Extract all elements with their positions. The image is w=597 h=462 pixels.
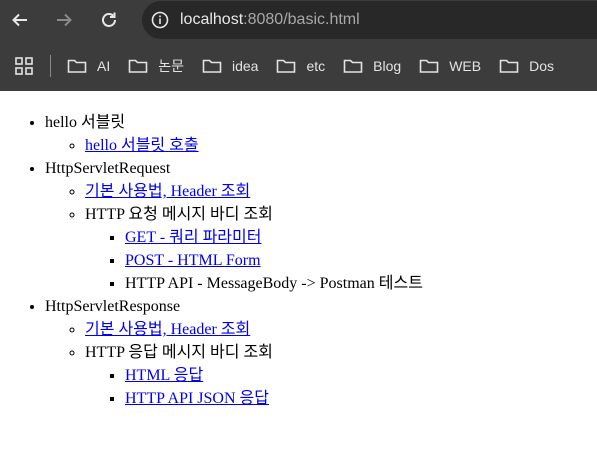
back-button[interactable] xyxy=(6,6,34,34)
list-item: HTTP 응답 메시지 바디 조회 HTML 응답 HTTP API JSON 응답 xyxy=(85,341,597,410)
section-item: hello 서블릿 hello 서블릿 호출 xyxy=(45,111,597,157)
address-bar[interactable]: localhost:8080/basic.html xyxy=(142,1,597,39)
bookmark-folder[interactable]: idea xyxy=(202,58,258,74)
sub-list: HTML 응답 HTTP API JSON 응답 xyxy=(85,364,597,410)
apps-grid-icon[interactable] xyxy=(14,56,34,76)
page-link[interactable]: hello 서블릿 호출 xyxy=(85,137,199,154)
bookmark-folder[interactable]: Dos xyxy=(499,58,554,74)
bookmark-label: WEB xyxy=(449,57,482,74)
list-item: POST - HTML Form xyxy=(125,249,597,272)
list-item: hello 서블릿 호출 xyxy=(85,134,597,157)
list-item: GET - 쿼리 파라미터 xyxy=(125,226,597,249)
forward-button[interactable] xyxy=(50,6,78,34)
bookmark-folder[interactable]: etc xyxy=(276,58,325,74)
bookmark-list: AI 논문 idea etc Blog WEB Dos xyxy=(67,56,572,76)
section-item: HttpServletRequest 기본 사용법, Header 조회 HTTP … xyxy=(45,157,597,295)
arrow-right-icon xyxy=(57,13,72,27)
page-link[interactable]: HTML 응답 xyxy=(125,367,203,384)
section-item: HttpServletResponse 기본 사용법, Header 조회 HTTP… xyxy=(45,295,597,410)
site-info-icon[interactable] xyxy=(149,9,171,31)
folder-icon xyxy=(277,59,296,73)
browser-toolbar: localhost:8080/basic.html xyxy=(0,0,597,40)
page-content: hello 서블릿 hello 서블릿 호출 HttpServletRequest 기… xyxy=(0,111,597,410)
arrow-left-icon xyxy=(12,13,27,27)
bookmark-label: Blog xyxy=(373,57,402,74)
bookmark-label: AI xyxy=(97,57,111,74)
url-host: localhost xyxy=(180,11,244,28)
page-link[interactable]: 기본 사용법, Header 조회 xyxy=(85,321,250,338)
list-item: HTTP API JSON 응답 xyxy=(125,387,597,410)
folder-icon xyxy=(343,59,363,73)
bookmark-folder[interactable]: AI xyxy=(67,58,110,74)
reload-button[interactable] xyxy=(95,6,123,34)
bookmark-label: etc xyxy=(306,57,326,74)
list-item: HTML 응답 xyxy=(125,364,597,387)
sub-list: hello 서블릿 호출 xyxy=(45,134,597,157)
list-item: HTTP API - MessageBody -> Postman 테스트 xyxy=(125,272,597,295)
page-link[interactable]: POST - HTML Form xyxy=(125,252,261,269)
bookmark-label: 논문 xyxy=(158,57,184,74)
page-link[interactable]: 기본 사용법, Header 조회 xyxy=(85,183,250,200)
item-text: HTTP 응답 메시지 바디 조회 xyxy=(85,344,273,361)
section-title: hello 서블릿 xyxy=(45,114,126,131)
bookmarks-bar: AI 논문 idea etc Blog WEB Dos xyxy=(0,40,597,91)
list-item: 기본 사용법, Header 조회 xyxy=(85,318,597,341)
bookmarks-separator xyxy=(50,54,51,77)
url-path: :8080/basic.html xyxy=(243,11,360,28)
bookmark-folder[interactable]: 논문 xyxy=(128,56,184,76)
folder-icon xyxy=(499,59,519,73)
section-title: HttpServletRequest xyxy=(45,160,171,177)
sub-list: 기본 사용법, Header 조회 HTTP 응답 메시지 바디 조회 HTML 응… xyxy=(45,318,597,410)
list-item: 기본 사용법, Header 조회 xyxy=(85,180,597,203)
bookmark-label: idea xyxy=(232,57,259,74)
section-title: HttpServletResponse xyxy=(45,298,181,315)
sub-list: 기본 사용법, Header 조회 HTTP 요청 메시지 바디 조회 GET - … xyxy=(45,180,597,295)
section-list: hello 서블릿 hello 서블릿 호출 HttpServletRequest 기… xyxy=(0,111,597,410)
list-item: HTTP 요청 메시지 바디 조회 GET - 쿼리 파라미터 POST - HTM… xyxy=(85,203,597,295)
folder-icon xyxy=(128,59,148,73)
reload-icon xyxy=(102,12,116,27)
bookmark-folder[interactable]: WEB xyxy=(419,58,481,74)
item-text: HTTP API - MessageBody -> Postman 테스트 xyxy=(125,275,423,292)
folder-icon xyxy=(419,59,439,73)
sub-list: GET - 쿼리 파라미터 POST - HTML Form HTTP API - … xyxy=(85,226,597,295)
item-text: HTTP 요청 메시지 바디 조회 xyxy=(85,206,273,223)
bookmark-folder[interactable]: Blog xyxy=(343,58,401,74)
page-link[interactable]: HTTP API JSON 응답 xyxy=(125,390,269,407)
bookmark-label: Dos xyxy=(529,57,554,74)
page-link[interactable]: GET - 쿼리 파라미터 xyxy=(125,229,261,246)
folder-icon xyxy=(67,59,87,73)
folder-icon xyxy=(202,59,222,73)
